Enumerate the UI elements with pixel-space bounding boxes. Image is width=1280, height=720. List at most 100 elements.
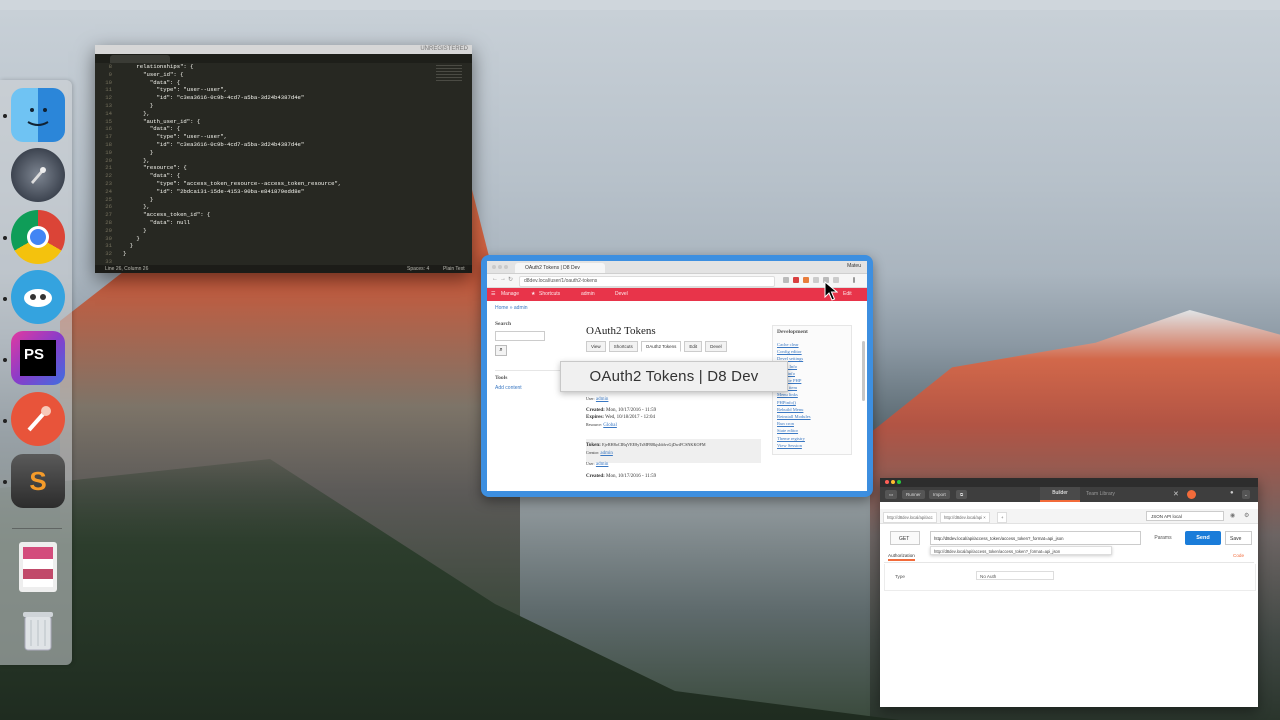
resource-link[interactable]: Global	[603, 423, 617, 428]
development-link[interactable]: Rebuild Menu	[777, 406, 847, 413]
team-library-tab[interactable]: Team Library	[1066, 487, 1115, 502]
import-button[interactable]: Import	[929, 490, 950, 499]
auth-type-select[interactable]: No Auth	[976, 571, 1054, 580]
method-select[interactable]: GET	[890, 531, 920, 545]
toolbar-user[interactable]: admin	[581, 291, 595, 297]
toolbar-shortcuts[interactable]: Shortcuts	[539, 291, 560, 297]
toolbar-devel[interactable]: Devel	[615, 291, 628, 297]
page-scrollbar[interactable]	[862, 341, 865, 401]
request-tab[interactable]: http://d8dev.local/api/acc	[883, 512, 937, 523]
development-link[interactable]: Run cron	[777, 420, 847, 427]
menu-icon[interactable]	[853, 277, 855, 283]
syntax-setting[interactable]: Plain Text	[443, 265, 465, 273]
minimize-window-button[interactable]	[891, 480, 895, 484]
tab-view[interactable]: View	[586, 341, 606, 352]
tab-edit[interactable]: Edit	[684, 341, 703, 352]
search-input[interactable]	[495, 331, 545, 341]
phpstorm-icon[interactable]: PS	[11, 331, 65, 385]
line-number: 23	[105, 179, 112, 187]
finder-icon[interactable]	[11, 88, 65, 142]
line-number: 28	[105, 218, 112, 226]
extension-icon[interactable]	[793, 277, 799, 283]
browser-tab[interactable]: OAuth2 Tokens | D8 Dev	[515, 263, 605, 273]
request-tab[interactable]: http://d8dev.local/api ×	[940, 512, 990, 523]
close-window-button[interactable]	[492, 265, 496, 269]
save-button[interactable]: Save	[1225, 531, 1252, 545]
development-link[interactable]: View Session	[777, 442, 847, 449]
url-suggestion[interactable]: http://d8dev.local/api/access_token/acce…	[930, 546, 1112, 555]
extension-icon[interactable]	[813, 277, 819, 283]
code-line: "id": "c3ea3616-0c9b-4cd7-a5ba-3d24b4387…	[123, 140, 305, 148]
launchpad-icon[interactable]	[11, 148, 65, 202]
line-number: 12	[105, 94, 112, 102]
development-link[interactable]: Theme registry	[777, 435, 847, 442]
environment-select[interactable]: JSON API local	[1146, 511, 1224, 521]
sublime-text-icon[interactable]: S	[11, 454, 65, 508]
code-editor[interactable]: 8 9 10 11 12 13 14 15 16 17 18 19 20 21 22 23 24 25 26 27 28…	[95, 63, 472, 265]
send-button[interactable]: Send	[1185, 531, 1221, 545]
line-number: 8	[108, 63, 112, 70]
authorization-tab[interactable]: Authorization	[888, 553, 915, 561]
user-link[interactable]: admin	[596, 462, 609, 467]
new-tab-button[interactable]: +	[997, 512, 1008, 523]
documents-stack-icon[interactable]	[19, 542, 57, 592]
creator-link[interactable]: admin	[600, 451, 613, 456]
toolbar-manage[interactable]: Manage	[501, 291, 519, 297]
toolbar-shortcuts-star-icon[interactable]: ★	[531, 291, 535, 297]
paw-icon[interactable]	[11, 392, 65, 446]
expires-value: Wed, 10/18/2017 - 12:04	[605, 415, 656, 420]
gear-icon[interactable]: ⚙	[1244, 512, 1249, 519]
code-line: }	[123, 148, 154, 156]
sync-icon[interactable]: ✕	[1173, 490, 1179, 498]
creator-label: Creator:	[586, 450, 600, 455]
development-link[interactable]: Reinstall Modules	[777, 413, 847, 420]
eye-icon[interactable]: ◉	[1230, 512, 1235, 519]
search-icon[interactable]: ⌕	[495, 345, 507, 356]
indentation-setting[interactable]: Spaces: 4	[407, 265, 429, 273]
notifications-icon[interactable]: ●	[1230, 490, 1234, 496]
development-link[interactable]: PHPinfo()	[777, 399, 847, 406]
avatar[interactable]	[1187, 490, 1196, 499]
tweetbot-icon[interactable]	[11, 270, 65, 324]
tab-shortcuts[interactable]: Shortcuts	[608, 341, 638, 352]
development-link[interactable]: Menu links	[777, 391, 847, 398]
hamburger-icon[interactable]: ☰	[491, 291, 495, 297]
request-url-input[interactable]: http://d8dev.local/api/access_token/acce…	[930, 531, 1141, 545]
line-number: 32	[105, 250, 112, 258]
address-bar[interactable]: d8dev.local/user/1/oauth2-tokens	[519, 276, 775, 287]
development-link[interactable]: State editor	[777, 427, 847, 434]
extension-icon[interactable]	[803, 277, 809, 283]
toolbar-edit[interactable]: Edit	[843, 291, 852, 297]
chrome-icon[interactable]	[11, 210, 65, 264]
minimize-window-button[interactable]	[498, 265, 502, 269]
back-icon[interactable]: ←	[492, 276, 498, 282]
close-icon[interactable]: ×	[983, 515, 985, 520]
user-link[interactable]: admin	[596, 397, 609, 402]
profile-name[interactable]: Mateu	[847, 263, 861, 269]
line-gutter: 8 9 10 11 12 13 14 15 16 17 18 19 20 21 22 23 24 25 26 27 28…	[95, 63, 115, 265]
minimap[interactable]	[436, 65, 462, 83]
forward-icon[interactable]: →	[500, 276, 506, 282]
tab-devel[interactable]: Devel	[705, 341, 727, 352]
sublime-tab[interactable]	[110, 55, 170, 63]
menu-bar	[0, 0, 1280, 10]
zoom-window-button[interactable]	[504, 265, 508, 269]
settings-icon[interactable]: ⌄	[1242, 490, 1250, 499]
breadcrumb[interactable]: Home » admin	[495, 305, 528, 311]
zoom-window-button[interactable]	[897, 480, 901, 484]
tab-oauth2-tokens[interactable]: OAuth2 Tokens	[640, 341, 682, 352]
reload-icon[interactable]: ↻	[508, 276, 513, 283]
trash-icon[interactable]	[11, 603, 65, 657]
code-link[interactable]: Code	[1233, 553, 1244, 558]
close-window-button[interactable]	[885, 480, 889, 484]
runner-button[interactable]: Runner	[902, 490, 925, 499]
new-window-icon[interactable]: ⧉	[956, 490, 968, 499]
bookmark-star-icon[interactable]	[783, 277, 789, 283]
sublime-titlebar[interactable]: UNREGISTERED	[95, 45, 472, 54]
development-link[interactable]: Config editor	[777, 348, 847, 355]
sidebar-toggle-icon[interactable]: ▭	[885, 490, 898, 499]
development-link[interactable]: Cache clear	[777, 341, 847, 348]
params-button[interactable]: Params	[1148, 531, 1178, 545]
authorization-panel	[884, 564, 1256, 591]
